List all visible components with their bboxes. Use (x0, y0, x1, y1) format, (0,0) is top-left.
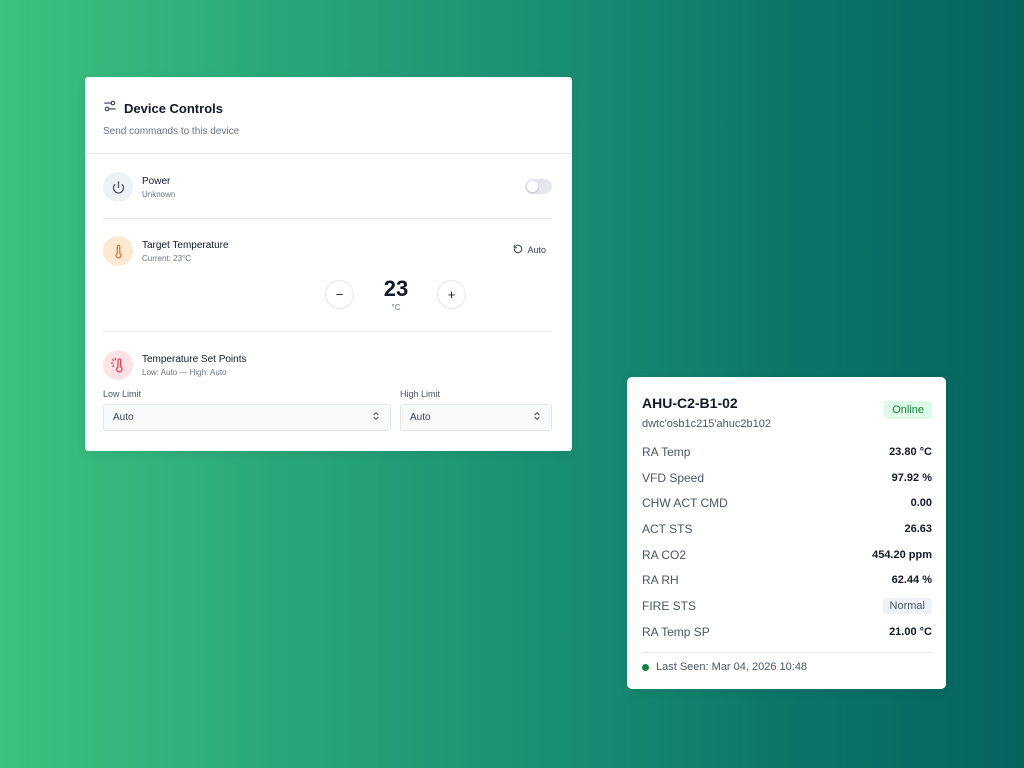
metric-label: RA Temp (642, 444, 691, 459)
target-temperature-unit: °C (391, 303, 401, 312)
metric-row: CHW ACT CMD 0.00 (642, 490, 932, 516)
divider (103, 218, 552, 219)
fire-status-badge: Normal (882, 597, 932, 614)
controls-title-row: Device Controls (103, 99, 554, 118)
metric-label: VFD Speed (642, 470, 705, 485)
device-name: AHU-C2-B1-02 (642, 395, 738, 411)
metric-value: 26.63 (904, 522, 932, 535)
low-limit-select[interactable]: Auto (103, 404, 391, 431)
set-points-label: Temperature Set Points (142, 353, 247, 365)
high-limit-select[interactable]: Auto (400, 404, 552, 431)
device-id: dwtc'osb1c215'ahuc2b102 (642, 418, 771, 430)
controls-subtitle: Send commands to this device (103, 126, 240, 137)
online-dot-icon (642, 663, 649, 671)
increase-temperature-button[interactable]: + (437, 280, 466, 309)
metric-value: 21.00 °C (889, 625, 932, 638)
metric-row: RA Temp 23.80 °C (642, 439, 932, 465)
metric-row: RA RH 62.44 % (642, 567, 932, 593)
sliders-icon (103, 99, 117, 118)
power-status: Unknown (142, 189, 176, 199)
last-seen-text: Last Seen: Mar 04, 2026 10:48 (656, 661, 808, 673)
decrease-temperature-button[interactable]: − (325, 280, 354, 309)
controls-header: Device Controls Send commands to this de… (85, 77, 572, 154)
device-status-card: AHU-C2-B1-02 dwtc'osb1c215'ahuc2b102 Onl… (627, 377, 946, 689)
controls-title: Device Controls (124, 101, 223, 116)
set-points-summary: Low: Auto — High: Auto (142, 367, 227, 377)
divider (103, 331, 552, 332)
auto-button[interactable]: Auto (513, 244, 546, 256)
metric-row: RA Temp SP 21.00 °C (642, 619, 932, 645)
power-icon (103, 172, 133, 202)
auto-button-label: Auto (527, 245, 546, 255)
metric-label: RA CO2 (642, 547, 687, 562)
metric-row: FIRE STS Normal (642, 593, 932, 619)
metric-label: ACT STS (642, 521, 693, 536)
divider (642, 652, 932, 653)
high-limit-value: Auto (410, 412, 431, 423)
power-section: Power Unknown (103, 172, 552, 202)
metric-label: CHW ACT CMD (642, 496, 728, 511)
metric-value: 23.80 °C (889, 445, 932, 458)
low-limit-value: Auto (113, 412, 134, 423)
current-temperature: Current: 23°C (142, 253, 191, 263)
high-limit-label: High Limit (400, 389, 441, 399)
rotate-ccw-icon (513, 244, 523, 256)
metric-value: 454.20 ppm (872, 548, 932, 561)
metric-row: RA CO2 454.20 ppm (642, 542, 932, 568)
metric-label: RA RH (642, 573, 679, 588)
thermometer-icon (103, 236, 133, 266)
target-temperature-section: Target Temperature Current: 23°C Auto (103, 236, 552, 266)
metric-value: 62.44 % (891, 574, 932, 587)
target-temperature-value: 23 (383, 276, 409, 301)
chevrons-up-down-icon (532, 410, 542, 425)
power-toggle[interactable] (525, 179, 552, 194)
metric-value: 0.00 (910, 497, 932, 510)
metric-label: RA Temp SP (642, 624, 710, 639)
power-toggle-knob (527, 181, 538, 192)
low-limit-label: Low Limit (103, 389, 142, 399)
thermometer-sun-icon (103, 350, 133, 380)
target-temperature-label: Target Temperature (142, 239, 229, 251)
set-points-section: Temperature Set Points Low: Auto — High:… (103, 350, 552, 380)
power-label: Power (142, 175, 171, 187)
metric-row: VFD Speed 97.92 % (642, 465, 932, 491)
chevrons-up-down-icon (371, 410, 381, 425)
last-seen: Last Seen: Mar 04, 2026 10:48 (642, 661, 807, 673)
metric-label: FIRE STS (642, 598, 697, 613)
metric-row: ACT STS 26.63 (642, 516, 932, 542)
metric-value: 97.92 % (891, 471, 932, 484)
device-controls-card: Device Controls Send commands to this de… (85, 77, 572, 451)
metrics-list: RA Temp 23.80 °C VFD Speed 97.92 % CHW A… (642, 439, 932, 645)
status-badge: Online (884, 401, 932, 419)
